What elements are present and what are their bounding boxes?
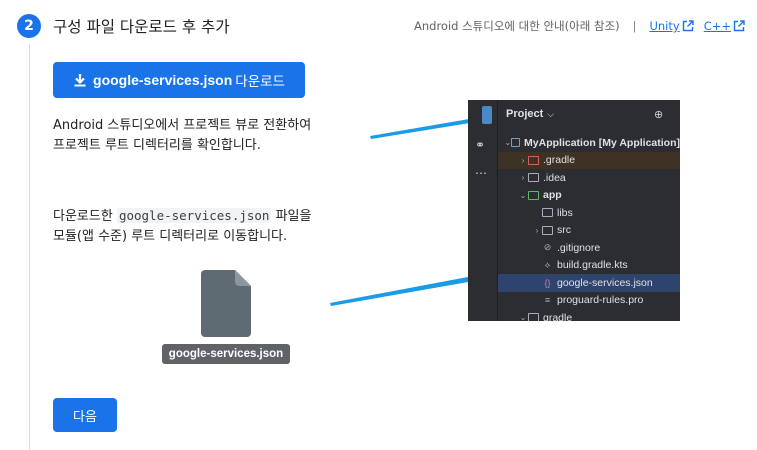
- tree-item[interactable]: ⟡ build.gradle.kts: [498, 257, 680, 275]
- tree-item[interactable]: › .idea: [498, 169, 680, 187]
- chevron-down-icon[interactable]: ⌄: [518, 191, 528, 200]
- tree-item-label: src: [557, 224, 571, 237]
- tree-item-label: .gitignore: [557, 241, 601, 254]
- chevron-down-icon: ⌵: [547, 108, 555, 119]
- tree-item[interactable]: ⌄ MyApplication [My Application]: [498, 134, 680, 152]
- ide-tool-strip: ⚭ ⋯: [468, 100, 498, 321]
- module-folder-icon: [511, 138, 521, 148]
- tree-item-label: .gradle: [543, 154, 576, 167]
- chevron-down-icon[interactable]: ⌄: [504, 138, 511, 147]
- folder-icon: [528, 155, 539, 165]
- folder-icon: [528, 313, 539, 321]
- ide-file-tree: ⌄ MyApplication [My Application] › .gradle ›…: [498, 134, 680, 321]
- locate-icon[interactable]: ⊕: [654, 108, 663, 121]
- tree-item-label: proguard-rules.pro: [557, 294, 644, 307]
- android-studio-project-panel: ⚭ ⋯ Project ⌵ ⊕ ⌄ MyApplication [My Applic…: [468, 100, 680, 321]
- ignore-file-icon: ⊘: [543, 242, 552, 253]
- tree-item-label: app: [543, 189, 562, 202]
- folder-icon: [542, 208, 553, 218]
- tree-item-label: build.gradle.kts: [557, 259, 628, 272]
- tree-item[interactable]: {} google-services.json: [498, 274, 680, 292]
- project-tool-icon: [482, 106, 492, 124]
- tree-item[interactable]: ⌄ gradle: [498, 309, 680, 321]
- json-file-icon: {}: [544, 277, 551, 288]
- tree-item[interactable]: libs: [498, 204, 680, 222]
- structure-icon: ⚭: [475, 138, 486, 152]
- chevron-right-icon[interactable]: ›: [518, 173, 528, 182]
- ide-project-header[interactable]: Project ⌵: [506, 108, 554, 120]
- tree-item[interactable]: › src: [498, 222, 680, 240]
- chevron-down-icon[interactable]: ⌄: [518, 313, 528, 321]
- module-folder-icon: [528, 190, 539, 200]
- folder-icon: [528, 173, 539, 183]
- tree-item-label: libs: [557, 206, 573, 219]
- tree-item-label: gradle: [543, 311, 573, 321]
- more-icon: ⋯: [475, 166, 487, 180]
- tree-item[interactable]: ⊘ .gitignore: [498, 239, 680, 257]
- gradle-file-icon: ⟡: [544, 259, 551, 270]
- tree-item[interactable]: ≡ proguard-rules.pro: [498, 292, 680, 310]
- tree-item[interactable]: › .gradle: [498, 151, 680, 169]
- tree-item[interactable]: ⌄ app: [498, 187, 680, 205]
- chevron-right-icon[interactable]: ›: [518, 156, 528, 165]
- folder-icon: [542, 225, 553, 235]
- tree-item-label: .idea: [543, 171, 566, 184]
- text-file-icon: ≡: [544, 295, 551, 306]
- tree-item-label: google-services.json: [557, 276, 653, 289]
- tree-item-label: MyApplication [My Application]: [524, 136, 680, 149]
- chevron-right-icon[interactable]: ›: [532, 226, 542, 235]
